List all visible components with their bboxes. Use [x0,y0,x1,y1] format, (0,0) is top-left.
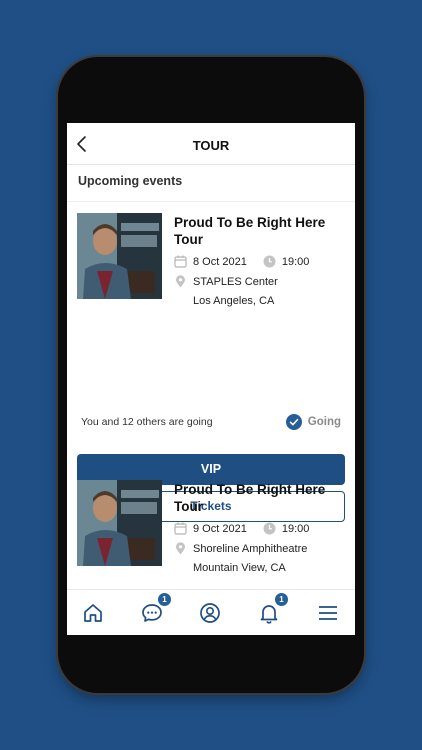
event-city: Los Angeles, CA [193,295,275,307]
event-title: Proud To Be Right Here Tour [174,215,326,247]
notification-badge: 1 [275,593,288,606]
profile-icon[interactable] [198,601,222,625]
going-toggle[interactable]: Going [285,414,341,430]
section-title: Upcoming events [78,174,183,188]
clock-icon [263,522,276,535]
location-pin-icon [174,275,187,288]
clock-icon [263,255,276,268]
event-time: 19:00 [281,255,310,268]
event-venue-row: Shoreline Amphitheatre [174,542,307,555]
event-venue-row: STAPLES Center [174,275,278,288]
home-icon[interactable] [81,601,105,625]
event-title: Proud To Be Right Here Tour [174,482,326,514]
check-circle-icon [285,414,302,430]
bottom-nav: 1 1 [67,589,355,635]
event-date-row: 9 Oct 2021 19:00 [174,522,309,535]
location-pin-icon [174,542,187,555]
calendar-icon [174,255,187,268]
event-venue: Shoreline Amphitheatre [193,542,308,555]
event-city: Mountain View, CA [193,562,286,574]
bell-icon[interactable]: 1 [257,593,288,625]
event-poster-image [77,213,162,299]
event-venue: STAPLES Center [193,275,278,288]
going-label: Going [307,416,341,428]
attendance-row: You and 12 others are going Going [81,414,341,432]
attendance-text: You and 12 others are going [81,416,213,428]
top-bar: TOUR [67,123,355,165]
event-time-group: 19:00 [263,255,310,268]
menu-icon[interactable] [316,601,340,625]
event-date: 9 Oct 2021 [193,522,247,535]
chat-icon[interactable]: 1 [140,593,171,625]
chat-badge: 1 [158,593,171,606]
event-date: 8 Oct 2021 [193,255,247,268]
event-time-group: 19:00 [263,522,310,535]
event-date-row: 8 Oct 2021 19:00 [174,255,309,268]
app-screen: TOUR Upcoming events Proud To Be Right H… [67,123,355,635]
event-time: 19:00 [281,522,310,535]
page-title: TOUR [192,138,230,153]
divider [67,201,355,202]
calendar-icon [174,522,187,535]
event-poster-image [77,480,162,566]
